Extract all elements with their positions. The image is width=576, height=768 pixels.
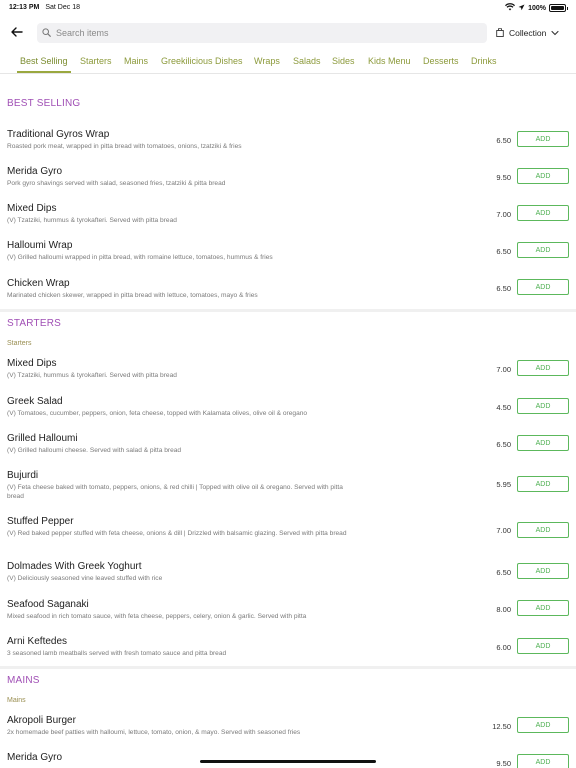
item-description: Roasted pork meat, wrapped in pitta brea… [7,143,242,150]
active-tab-indicator [17,71,71,73]
item-price: 9.50 [496,173,511,182]
section-title-mains: MAINS [7,675,40,686]
item-price: 6.50 [496,136,511,145]
add-button[interactable]: ADD [517,638,569,654]
add-button[interactable]: ADD [517,131,569,147]
item-price: 6.50 [496,247,511,256]
add-button[interactable]: ADD [517,205,569,221]
battery-fill [551,6,564,10]
item-description: (V) Feta cheese baked with tomato, peppe… [7,484,343,500]
item-description: (V) Tzatziki, hummus & tyrokafteri. Serv… [7,372,177,379]
battery-percent: 100% [528,4,546,12]
status-left: 12:13 PM Sat Dec 18 [9,4,80,11]
status-bar: 12:13 PM Sat Dec 18 100% [0,0,576,16]
item-name: Dolmades With Greek Yoghurt [7,561,142,572]
add-button[interactable]: ADD [517,754,569,768]
item-name: Merida Gyro [7,166,63,177]
item-price: 6.00 [496,643,511,652]
item-price: 8.00 [496,605,511,614]
item-price: 5.95 [496,480,511,489]
section-subtitle-mains: Mains [7,697,26,704]
item-description: Marinated chicken skewer, wrapped in pit… [7,292,258,299]
add-button[interactable]: ADD [517,360,569,376]
item-name: Seafood Saganaki [7,599,89,610]
item-description: 3 seasoned lamb meatballs served with fr… [7,650,227,657]
section-title-best-selling: BEST SELLING [7,98,81,109]
add-button[interactable]: ADD [517,435,569,451]
location-icon [518,4,525,13]
item-description: (V) Grilled halloumi wrapped in pitta br… [7,254,273,261]
status-right: 100% [505,3,568,13]
tab-drinks[interactable]: Drinks [471,56,497,66]
section-divider [0,666,576,669]
item-name: Stuffed Pepper [7,516,74,527]
add-button[interactable]: ADD [517,563,569,579]
category-tabs: Best Selling Starters Mains Greekiliciou… [0,52,576,74]
item-price: 6.50 [496,568,511,577]
collection-selector[interactable]: Collection [496,24,559,42]
item-price: 4.50 [496,403,511,412]
battery-icon [549,4,568,12]
back-button[interactable] [8,24,26,42]
item-name: Mixed Dips [7,358,57,369]
tab-mains[interactable]: Mains [124,56,148,66]
item-description: (V) Red baked pepper stuffed with feta c… [7,530,347,537]
item-description: Mixed seafood in rich tomato sauce, with… [7,613,307,620]
arrow-left-icon [11,24,23,42]
section-divider [0,309,576,312]
wifi-icon [505,3,516,13]
tab-sides[interactable]: Sides [332,56,355,66]
status-time: 12:13 PM [9,4,40,11]
collection-label: Collection [509,28,547,38]
search-icon [42,24,51,42]
add-button[interactable]: ADD [517,242,569,258]
item-description: (V) Tomatoes, cucumber, peppers, onion, … [7,410,308,417]
add-button[interactable]: ADD [517,279,569,295]
item-price: 6.50 [496,440,511,449]
item-price: 6.50 [496,284,511,293]
add-button[interactable]: ADD [517,398,569,414]
tab-salads[interactable]: Salads [293,56,321,66]
item-name: Mixed Dips [7,203,57,214]
add-button[interactable]: ADD [517,717,569,733]
item-price: 7.00 [496,210,511,219]
tab-wraps[interactable]: Wraps [254,56,280,66]
item-name: Merida Gyro [7,752,63,763]
top-bar: Collection [0,20,576,46]
home-indicator[interactable] [200,760,376,763]
tab-best-selling[interactable]: Best Selling [20,56,68,66]
item-description: (V) Grilled halloumi cheese. Served with… [7,447,182,454]
tab-greekilicious-dishes[interactable]: Greekilicious Dishes [161,56,243,66]
item-name: Halloumi Wrap [7,240,73,251]
tab-kids-menu[interactable]: Kids Menu [368,56,411,66]
item-price: 7.00 [496,365,511,374]
search-input[interactable] [56,28,456,38]
item-name: Akropoli Burger [7,715,76,726]
item-name: Grilled Halloumi [7,433,78,444]
item-name: Arni Keftedes [7,636,68,647]
add-button[interactable]: ADD [517,168,569,184]
item-description: (V) Deliciously seasoned vine leaved stu… [7,575,163,582]
item-name: Traditional Gyros Wrap [7,129,110,140]
item-price: 12.50 [492,722,511,731]
tab-desserts[interactable]: Desserts [423,56,459,66]
add-button[interactable]: ADD [517,600,569,616]
status-date: Sat Dec 18 [45,4,80,11]
item-description: (V) Tzatziki, hummus & tyrokafteri. Serv… [7,217,177,224]
tab-starters[interactable]: Starters [80,56,112,66]
item-price: 9.50 [496,759,511,768]
item-name: Chicken Wrap [7,278,70,289]
search-box[interactable] [37,23,487,43]
item-name: Bujurdi [7,470,39,481]
bag-icon [496,27,504,39]
section-subtitle-starters: Starters [7,340,32,347]
item-price: 7.00 [496,526,511,535]
section-title-starters: STARTERS [7,318,62,329]
add-button[interactable]: ADD [517,476,569,492]
item-name: Greek Salad [7,396,63,407]
item-description: Pork gyro shavings served with salad, se… [7,180,226,187]
add-button[interactable]: ADD [517,522,569,538]
chevron-down-icon [551,28,559,38]
item-description: 2x homemade beef patties with halloumi, … [7,729,301,736]
